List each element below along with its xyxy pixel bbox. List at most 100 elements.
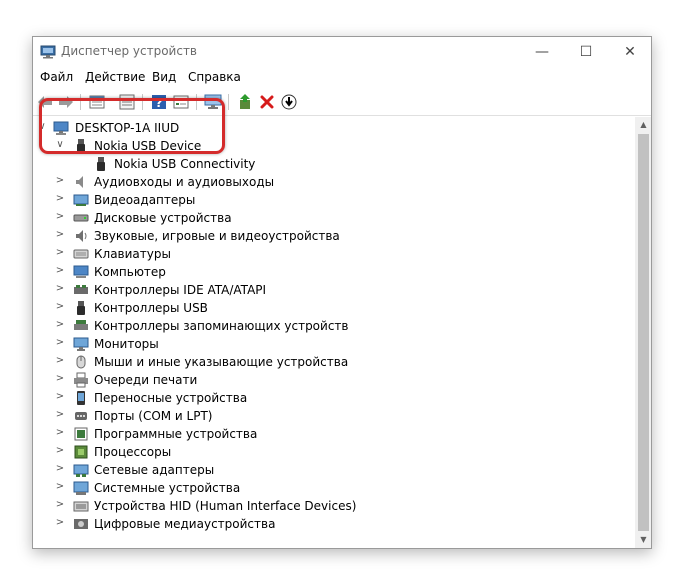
help-icon: ? <box>152 95 166 110</box>
download-button[interactable] <box>279 92 299 112</box>
expand-toggle[interactable]: > <box>55 193 65 205</box>
scroll-up-button[interactable]: ▲ <box>635 117 651 133</box>
scan-hardware-button[interactable] <box>203 92 223 112</box>
tree-group-label: Дисковые устройства <box>94 211 232 225</box>
uninstall-button[interactable] <box>257 92 277 112</box>
tree-group-label: Клавиатуры <box>94 247 171 261</box>
tree-group-network-adapter[interactable]: > Сетевые адаптеры <box>33 461 633 479</box>
expand-toggle[interactable]: > <box>55 319 65 331</box>
expand-toggle[interactable]: > <box>55 499 65 511</box>
download-icon <box>281 94 297 110</box>
expand-toggle[interactable]: > <box>55 301 65 313</box>
menu-action[interactable]: Действие <box>85 70 145 84</box>
tree-group-usb[interactable]: > Контроллеры USB <box>33 299 633 317</box>
expand-toggle[interactable]: > <box>55 211 65 223</box>
expand-toggle[interactable]: > <box>55 355 65 367</box>
tree-group-storage-controller[interactable]: > Контроллеры запоминающих устройств <box>33 317 633 335</box>
menu-file[interactable]: Файл <box>40 70 73 84</box>
tree-group-portable-device[interactable]: > Переносные устройства <box>33 389 633 407</box>
tree-group-sound[interactable]: > Звуковые, игровые и видеоустройства <box>33 227 633 245</box>
tree-group-disk-drive[interactable]: > Дисковые устройства <box>33 209 633 227</box>
usb-device-icon <box>97 157 105 171</box>
tree-group-printer[interactable]: > Очереди печати <box>33 371 633 389</box>
tree-group-label: Мыши и иные указывающие устройства <box>94 355 349 369</box>
tree-group-label: Контроллеры USB <box>94 301 208 315</box>
expand-toggle[interactable]: > <box>55 517 65 529</box>
tree-group-label: Контроллеры запоминающих устройств <box>94 319 349 333</box>
scroll-thumb[interactable] <box>638 134 649 531</box>
speaker-icon <box>76 176 83 188</box>
expand-toggle[interactable]: > <box>55 481 65 493</box>
tree-group-processor[interactable]: > Процессоры <box>33 443 633 461</box>
expand-toggle[interactable]: > <box>55 373 65 385</box>
hid-icon <box>73 501 89 512</box>
back-icon <box>38 96 52 108</box>
expand-toggle[interactable]: > <box>55 283 65 295</box>
tree-group-display-adapter[interactable]: > Видеоадаптеры <box>33 191 633 209</box>
tree-group-hid[interactable]: > Устройства HID (Human Interface Devices… <box>33 497 633 515</box>
expand-toggle[interactable]: > <box>55 175 65 187</box>
properties-button[interactable] <box>87 92 107 112</box>
sound-icon <box>76 230 87 242</box>
help-button[interactable]: ? <box>149 92 169 112</box>
processor-icon <box>74 445 88 459</box>
vertical-scrollbar[interactable]: ▲ ▼ <box>635 117 651 548</box>
tree-group-software-device[interactable]: > Программные устройства <box>33 425 633 443</box>
portable-device-icon <box>77 391 85 405</box>
tree-group-mouse[interactable]: > Мыши и иные указывающие устройства <box>33 353 633 371</box>
expand-toggle-root[interactable]: ∨ <box>37 121 47 133</box>
storage-controller-icon <box>74 320 88 330</box>
svg-text:?: ? <box>156 96 163 110</box>
tree-group-media-device[interactable]: > Цифровые медиаустройства <box>33 515 633 533</box>
monitor-icon <box>73 337 89 351</box>
tree-group-label: Видеоадаптеры <box>94 193 196 207</box>
tree-group-ide-controller[interactable]: > Контроллеры IDE ATA/ATAPI <box>33 281 633 299</box>
media-device-icon <box>74 519 88 529</box>
action-list-icon <box>173 95 189 109</box>
expand-toggle-nokia[interactable]: ∨ <box>55 139 65 151</box>
action-list-button[interactable] <box>171 92 191 112</box>
tree-group-computer[interactable]: > Компьютер <box>33 263 633 281</box>
expand-toggle[interactable]: > <box>55 229 65 241</box>
usb-device-icon <box>77 139 85 153</box>
tree-group-label: Процессоры <box>94 445 172 459</box>
tree-group-label: Системные устройства <box>94 481 241 495</box>
expand-toggle[interactable]: > <box>55 463 65 475</box>
tree-group-speaker[interactable]: > Аудиовходы и аудиовыходы <box>33 173 633 191</box>
disk-drive-icon <box>73 214 89 222</box>
update-driver-button[interactable] <box>235 92 255 112</box>
minimize-button[interactable]: — <box>521 37 563 67</box>
expand-toggle[interactable]: > <box>55 427 65 439</box>
tree-device-nokia-usb-connectivity[interactable]: Nokia USB Connectivity <box>33 155 633 173</box>
expand-toggle[interactable]: > <box>55 409 65 421</box>
scroll-down-button[interactable]: ▼ <box>635 532 651 548</box>
tree-group-nokia-usb-device[interactable]: ∨ Nokia USB Device <box>33 137 633 155</box>
expand-toggle[interactable]: > <box>55 391 65 403</box>
system-device-icon <box>73 481 89 495</box>
mouse-icon <box>76 355 86 369</box>
keyboard-icon <box>73 249 89 259</box>
show-hide-button[interactable] <box>117 92 137 112</box>
close-window-button[interactable]: ✕ <box>609 37 651 67</box>
forward-button[interactable] <box>56 92 76 112</box>
tree-root-label: DESKTOP-1A IIUD <box>75 121 180 135</box>
window-title: Диспетчер устройств <box>61 44 198 58</box>
tree-group-system-device[interactable]: > Системные устройства <box>33 479 633 497</box>
expand-toggle[interactable]: > <box>55 265 65 277</box>
menu-view[interactable]: Вид <box>152 70 176 84</box>
tree-group-label: Мониторы <box>94 337 159 351</box>
menu-help[interactable]: Справка <box>188 70 241 84</box>
expand-toggle[interactable]: > <box>55 337 65 349</box>
tree-group-label: Контроллеры IDE ATA/ATAPI <box>94 283 267 297</box>
tree-group-monitor[interactable]: > Мониторы <box>33 335 633 353</box>
usb-icon <box>77 301 85 315</box>
maximize-button[interactable]: ☐ <box>565 37 607 67</box>
tree-group-keyboard[interactable]: > Клавиатуры <box>33 245 633 263</box>
expand-toggle[interactable]: > <box>55 445 65 457</box>
properties-icon <box>89 95 105 109</box>
tree-group-port[interactable]: > Порты (COM и LPT) <box>33 407 633 425</box>
expand-toggle[interactable]: > <box>55 247 65 259</box>
computer-icon <box>73 265 89 278</box>
tree-root[interactable]: ∨ DESKTOP-1A IIUD <box>33 119 633 137</box>
back-button[interactable] <box>35 92 55 112</box>
